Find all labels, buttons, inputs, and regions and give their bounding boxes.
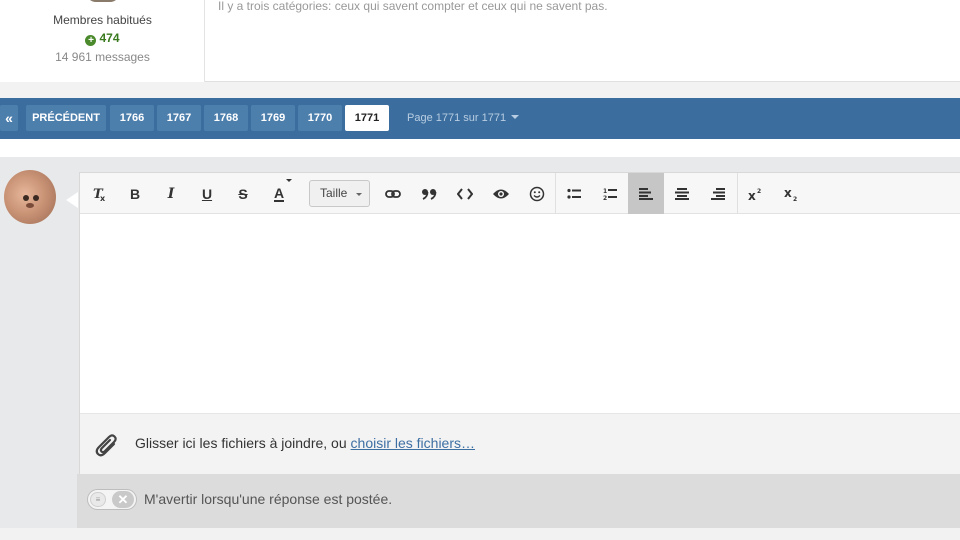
previous-post: Membres habitués +474 14 961 messages Il… bbox=[0, 0, 960, 82]
caret-down-icon bbox=[511, 115, 520, 119]
author-group: Membres habitués bbox=[53, 13, 152, 27]
user-avatar[interactable] bbox=[4, 170, 56, 224]
italic-button[interactable]: I bbox=[153, 173, 189, 214]
superscript-icon[interactable]: x2 bbox=[738, 173, 774, 214]
author-message-count: 14 961 messages bbox=[55, 50, 150, 64]
reputation-value: 474 bbox=[99, 31, 120, 45]
svg-text:1: 1 bbox=[603, 188, 607, 195]
paperclip-icon bbox=[94, 432, 120, 465]
smiley-icon[interactable] bbox=[519, 173, 555, 214]
attachment-instructions: Glisser ici les fichiers à joindre, ou c… bbox=[135, 435, 476, 451]
subscript-icon[interactable]: x2 bbox=[774, 173, 810, 214]
text-color-button[interactable]: A bbox=[261, 173, 297, 214]
first-page-button[interactable]: « bbox=[0, 105, 18, 131]
page-link-1769[interactable]: 1769 bbox=[251, 105, 295, 131]
speech-pointer bbox=[66, 192, 78, 208]
plus-circle-icon: + bbox=[85, 35, 97, 46]
toggle-knob: ≡ bbox=[90, 492, 106, 507]
code-icon[interactable] bbox=[447, 173, 483, 214]
notify-toggle[interactable]: ≡ ✕ bbox=[87, 489, 137, 510]
svg-text:2: 2 bbox=[603, 195, 607, 201]
svg-text:2: 2 bbox=[793, 196, 797, 201]
page-link-1767[interactable]: 1767 bbox=[157, 105, 201, 131]
choose-files-link[interactable]: choisir les fichiers… bbox=[351, 435, 475, 451]
numbered-list-icon[interactable]: 12 bbox=[592, 173, 628, 214]
separator bbox=[0, 82, 960, 98]
page-info-label: Page 1771 sur 1771 bbox=[407, 112, 507, 124]
svg-text:x: x bbox=[748, 189, 756, 201]
author-avatar[interactable] bbox=[86, 0, 120, 2]
svg-text:x: x bbox=[100, 194, 106, 202]
notify-options: ≡ ✕ M'avertir lorsqu'une réponse est pos… bbox=[77, 474, 960, 528]
quote-icon[interactable] bbox=[411, 173, 447, 214]
bold-button[interactable]: B bbox=[117, 173, 153, 214]
current-page[interactable]: 1771 bbox=[345, 105, 389, 131]
reply-editor: Tx B I U S A Taille 1 2 x 2 x 2 Glisser … bbox=[79, 172, 960, 474]
caret-down-icon bbox=[356, 193, 362, 196]
align-left-icon[interactable] bbox=[628, 173, 664, 214]
strikethrough-button[interactable]: S bbox=[225, 173, 261, 214]
remove-format-icon[interactable]: Tx bbox=[81, 173, 117, 214]
notify-label: M'avertir lorsqu'une réponse est postée. bbox=[144, 491, 393, 507]
close-icon: ✕ bbox=[117, 492, 129, 507]
font-size-dropdown[interactable]: Taille bbox=[309, 180, 370, 207]
eye-icon[interactable] bbox=[483, 173, 519, 214]
page-link-1770[interactable]: 1770 bbox=[298, 105, 342, 131]
pagination-bar: « PRÉCÉDENT 1766 1767 1768 1769 1770 177… bbox=[0, 98, 960, 139]
svg-text:x: x bbox=[784, 187, 792, 200]
author-signature: Il y a trois catégories: ceux qui savent… bbox=[218, 0, 608, 13]
editor-toolbar: Tx B I U S A Taille 1 2 x 2 x 2 bbox=[80, 173, 960, 214]
underline-button[interactable]: U bbox=[189, 173, 225, 214]
author-reputation: +474 bbox=[0, 31, 205, 46]
spacer bbox=[0, 139, 960, 157]
page-jump-dropdown[interactable]: Page 1771 sur 1771 bbox=[407, 105, 520, 131]
link-icon[interactable] bbox=[375, 173, 411, 214]
double-chevron-left-icon: « bbox=[5, 110, 13, 126]
author-info: Membres habitués +474 14 961 messages bbox=[0, 0, 205, 82]
bulleted-list-icon[interactable] bbox=[556, 173, 592, 214]
align-center-icon[interactable] bbox=[664, 173, 700, 214]
page-bottom bbox=[0, 528, 960, 540]
align-right-icon[interactable] bbox=[700, 173, 736, 214]
attachment-dropzone[interactable]: Glisser ici les fichiers à joindre, ou c… bbox=[80, 413, 960, 474]
page-link-1766[interactable]: 1766 bbox=[110, 105, 154, 131]
editor-text-area[interactable] bbox=[80, 214, 960, 413]
svg-text:2: 2 bbox=[757, 188, 761, 195]
previous-page-button[interactable]: PRÉCÉDENT bbox=[26, 105, 106, 131]
caret-down-icon bbox=[286, 179, 292, 182]
page-link-1768[interactable]: 1768 bbox=[204, 105, 248, 131]
